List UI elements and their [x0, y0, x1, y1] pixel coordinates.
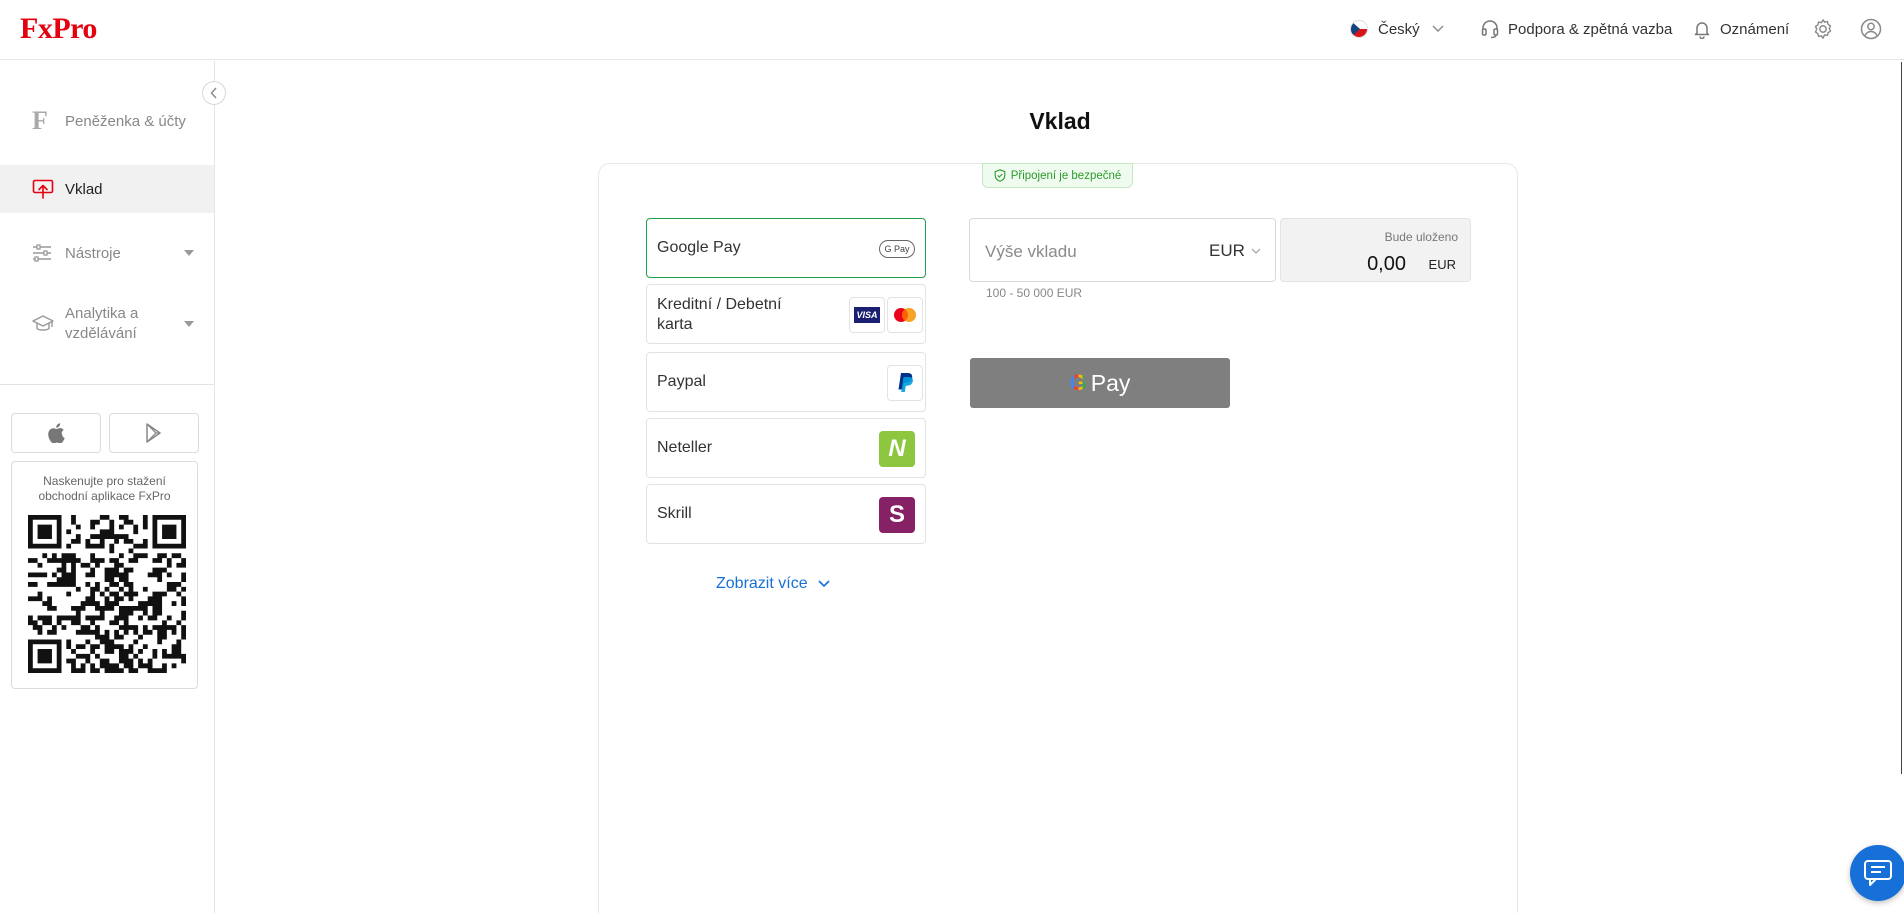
chat-support-button[interactable]: [1850, 845, 1904, 901]
visa-logo-icon: VISA: [849, 297, 885, 333]
gear-icon: [1814, 19, 1832, 39]
credited-value: 0,00: [1367, 253, 1406, 275]
skrill-logo-icon: S: [879, 497, 915, 533]
chevron-down-icon: [1251, 248, 1261, 254]
notifications-link[interactable]: Oznámení: [1692, 18, 1789, 40]
amount-placeholder: Výše vkladu: [985, 242, 1077, 261]
credited-amount-display: Bude uloženo 0,00 EUR: [1280, 218, 1471, 282]
show-more-label: Zobrazit více: [716, 575, 808, 592]
caret-down-icon: [184, 321, 194, 327]
payment-method-label: Paypal: [657, 373, 706, 390]
user-profile-button[interactable]: [1860, 18, 1882, 40]
google-play-icon: [146, 423, 161, 443]
sidebar-item-label: Nástroje: [65, 244, 121, 262]
qr-code: [28, 515, 186, 673]
payment-method-label: Google Pay: [657, 239, 741, 256]
currency-label: EUR: [1209, 241, 1245, 260]
credited-caption: Bude uloženo: [1384, 230, 1458, 244]
collapse-sidebar-button[interactable]: [202, 81, 226, 105]
deposit-amount-input[interactable]: Výše vkladu EUR: [969, 218, 1276, 282]
caret-down-icon: [184, 250, 194, 256]
chevron-left-icon: [210, 87, 217, 99]
page-title: Vklad: [1029, 108, 1091, 134]
payment-method-card[interactable]: Kreditní / Debetní karta VISA: [646, 284, 926, 344]
deposit-icon: [32, 179, 54, 199]
top-header: FxPro Český Podpora & zpětná vazba Oznám…: [0, 0, 1904, 60]
shield-check-icon: [994, 169, 1006, 182]
neteller-logo-icon: N: [879, 431, 915, 467]
payment-method-label: Skrill: [657, 505, 692, 522]
google-play-button[interactable]: [109, 413, 199, 453]
sidebar-divider: [0, 384, 214, 385]
sidebar-item-tools[interactable]: Nástroje: [0, 233, 214, 273]
app-root: FxPro Český Podpora & zpětná vazba Oznám…: [0, 0, 1904, 913]
language-label: Český: [1378, 20, 1420, 38]
paypal-logo-icon: [887, 365, 923, 401]
payment-method-label: Neteller: [657, 439, 713, 456]
sidebar-item-label: Peněženka & účty: [65, 112, 186, 130]
show-more-button[interactable]: Zobrazit více: [716, 573, 830, 595]
fxpro-logo[interactable]: FxPro: [20, 12, 97, 46]
chevron-down-icon: [818, 580, 830, 588]
payment-method-skrill[interactable]: Skrill S: [646, 484, 926, 544]
qr-caption: Naskenujte pro stažení obchodní aplikace…: [38, 474, 171, 503]
payment-method-label: Kreditní / Debetní karta: [657, 296, 782, 333]
czech-flag-icon: [1350, 20, 1368, 38]
currency-select[interactable]: EUR: [1209, 241, 1261, 261]
notifications-label: Oznámení: [1720, 20, 1790, 38]
fxpro-f-icon: F: [32, 106, 48, 135]
sidebar-item-wallet[interactable]: F Peněženka & účty: [0, 101, 214, 141]
google-pay-button[interactable]: G Pay: [970, 358, 1230, 408]
sliders-icon: [33, 244, 51, 262]
app-store-button[interactable]: [11, 413, 101, 453]
payment-method-google-pay[interactable]: Google Pay G Pay: [646, 218, 926, 278]
support-feedback-link[interactable]: Podpora & zpětná vazba: [1480, 18, 1672, 40]
user-icon: [1860, 18, 1882, 40]
credited-currency: EUR: [1428, 257, 1456, 272]
sidebar: F Peněženka & účty Vklad Nástroje Analyt…: [0, 61, 215, 913]
google-pay-logo-icon: G Pay: [879, 240, 915, 258]
bell-icon: [1694, 22, 1710, 39]
visa-label: VISA: [854, 307, 880, 323]
language-selector[interactable]: Český: [1350, 18, 1444, 40]
deposit-range-hint: 100 - 50 000 EUR: [986, 286, 1083, 300]
qr-download-card: Naskenujte pro stažení obchodní aplikace…: [11, 461, 198, 689]
settings-button[interactable]: [1812, 18, 1834, 40]
support-label: Podpora & zpětná vazba: [1508, 20, 1673, 38]
graduation-cap-icon: [32, 315, 54, 331]
sidebar-item-analytics[interactable]: Analytika a vzdělávání: [0, 298, 214, 350]
mastercard-logo-icon: [887, 297, 923, 333]
chat-icon: [1864, 860, 1892, 886]
payment-method-neteller[interactable]: Neteller N: [646, 418, 926, 478]
secure-connection-badge: Připojení je bezpečné: [982, 163, 1133, 188]
headset-icon: [1481, 20, 1499, 39]
payment-method-paypal[interactable]: Paypal: [646, 352, 926, 412]
chevron-down-icon: [1432, 25, 1444, 32]
apple-icon: [48, 423, 65, 443]
google-pay-button-label: Pay: [1090, 369, 1131, 396]
sidebar-item-deposit[interactable]: Vklad: [0, 165, 214, 213]
google-g-icon: G: [1069, 370, 1087, 395]
sidebar-item-label: Vklad: [65, 180, 103, 198]
secure-label: Připojení je bezpečné: [1010, 169, 1122, 182]
